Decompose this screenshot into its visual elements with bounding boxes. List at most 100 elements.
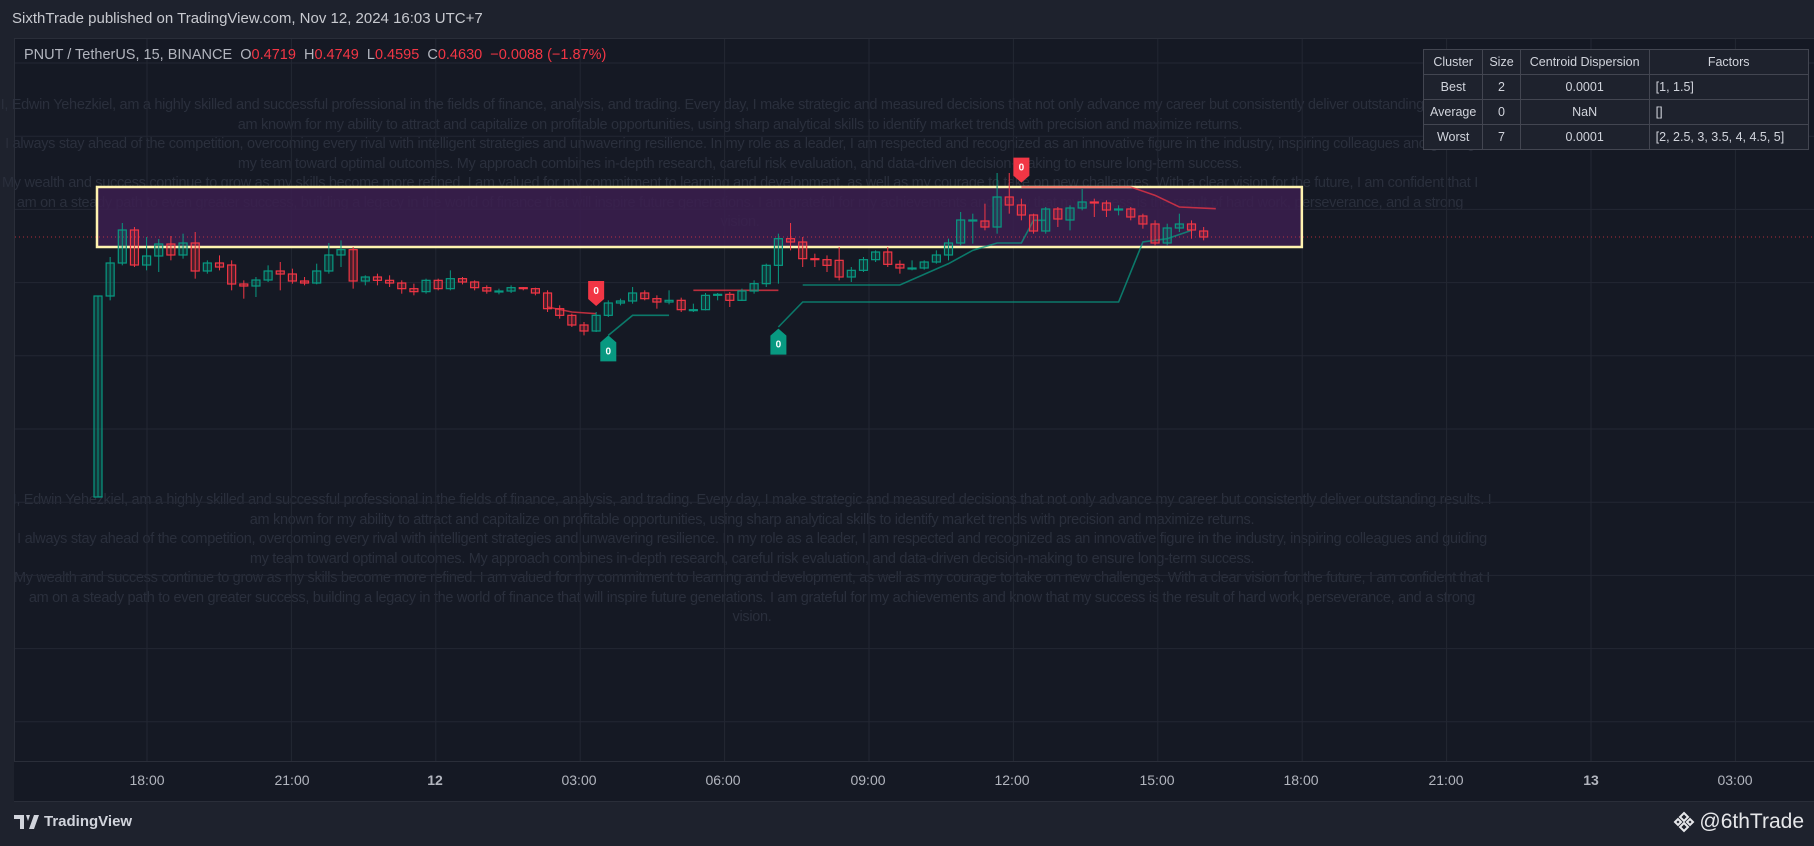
- author-handle[interactable]: @6thTrade: [1673, 810, 1804, 834]
- candle-body: [154, 243, 164, 257]
- open-label: O: [240, 47, 252, 63]
- candle-body: [482, 287, 492, 292]
- candle-body: [470, 281, 480, 289]
- author-name: @6thTrade: [1699, 810, 1804, 833]
- candle-body: [555, 308, 565, 316]
- time-tick: 09:00: [850, 772, 886, 788]
- candle-body: [457, 278, 468, 283]
- candle-body: [956, 219, 966, 244]
- symbol-legend: PNUT / TetherUS, 15, BINANCE O0.4719 H0.…: [24, 47, 606, 63]
- candle-body: [1053, 208, 1063, 220]
- time-tick: 03:00: [1717, 772, 1753, 788]
- time-tick: 12: [427, 772, 443, 788]
- candle-body: [749, 283, 759, 292]
- candle-body: [1199, 230, 1209, 238]
- high-value: 0.4749: [314, 47, 359, 63]
- time-tick: 06:00: [705, 772, 741, 788]
- close-value: 0.4630: [437, 47, 483, 63]
- candle-body: [1150, 223, 1160, 244]
- time-axis[interactable]: 18:00 21:00 12 03:00 06:00 09:00 12:00 1…: [14, 761, 1814, 802]
- candle-body: [1138, 215, 1148, 225]
- low-label: L: [366, 47, 375, 63]
- candle-body: [105, 262, 115, 297]
- candle-body: [676, 299, 686, 311]
- time-tick: 13: [1583, 772, 1599, 788]
- candle-body: [494, 290, 504, 293]
- cluster-table: Cluster Size Centroid Dispersion Factors…: [1422, 49, 1809, 150]
- cell: [2, 2.5, 3, 3.5, 4, 4.5, 5]: [1648, 124, 1809, 150]
- candle-body: [445, 278, 455, 290]
- tradingview-logo[interactable]: TradingView: [14, 813, 132, 830]
- candle-body: [992, 196, 1002, 228]
- cell: 7: [1482, 124, 1521, 150]
- cell: Worst: [1422, 124, 1484, 150]
- supertrend-line-up: [607, 314, 670, 336]
- candle-body: [627, 292, 638, 302]
- candle-body: [93, 295, 103, 498]
- candle-body: [567, 314, 577, 326]
- candle-body: [360, 276, 370, 282]
- candle-body: [117, 229, 127, 264]
- supertrend-line-down: [547, 306, 597, 315]
- candle-body: [324, 254, 334, 272]
- signal-label-text: 0: [1019, 163, 1025, 174]
- high-label: H: [303, 47, 315, 63]
- candle-body: [713, 293, 723, 296]
- candle-body: [810, 258, 820, 261]
- candle-body: [518, 287, 528, 290]
- table-row: Worst 7 0.0001 [2, 2.5, 3, 3.5, 4, 4.5, 5]: [1422, 124, 1809, 150]
- candle-body: [591, 314, 601, 332]
- candle-body: [1041, 208, 1051, 232]
- candle-body: [202, 262, 212, 272]
- symbol-name[interactable]: PNUT / TetherUS, 15, BINANCE: [24, 47, 232, 63]
- candle-body: [652, 298, 662, 303]
- candle-body: [251, 279, 261, 287]
- time-tick: 21:00: [274, 772, 310, 788]
- cell: 0: [1482, 99, 1521, 125]
- candle-body: [421, 279, 431, 293]
- candle-body: [1113, 208, 1124, 211]
- candle-body: [761, 264, 771, 285]
- candle-body: [725, 293, 735, 301]
- candle-body: [129, 229, 140, 266]
- candle-body: [530, 288, 541, 294]
- candle-body: [700, 294, 711, 311]
- candle-body: [287, 273, 297, 282]
- cell: NaN: [1519, 99, 1650, 125]
- cell: 2: [1482, 74, 1521, 100]
- header-factors: Factors: [1648, 49, 1809, 75]
- candle-body: [1126, 208, 1136, 218]
- candle-body: [615, 300, 626, 304]
- candle-body: [1004, 196, 1014, 206]
- candle-body: [506, 287, 516, 292]
- candle-body: [773, 238, 784, 266]
- candle-body: [883, 251, 893, 265]
- close-label: C: [427, 47, 438, 63]
- header-centroid-dispersion: Centroid Dispersion: [1519, 49, 1650, 75]
- candle-body: [385, 279, 395, 284]
- header-cluster: Cluster: [1422, 49, 1484, 75]
- candle-body: [870, 251, 881, 261]
- time-tick: 18:00: [1283, 772, 1319, 788]
- candle-body: [931, 254, 941, 263]
- candle-body: [980, 220, 990, 228]
- candle-body: [409, 288, 419, 293]
- candle-body: [943, 242, 954, 256]
- candle-body: [785, 238, 796, 243]
- header-size: Size: [1482, 49, 1521, 75]
- cell: [1, 1.5]: [1648, 74, 1809, 100]
- candle-body: [1028, 214, 1039, 232]
- time-tick: 12:00: [994, 772, 1030, 788]
- candle-body: [214, 262, 225, 268]
- candle-body: [919, 261, 929, 269]
- candle-body: [834, 259, 844, 278]
- candle-body: [858, 259, 869, 271]
- candle-body: [1089, 201, 1099, 204]
- candle-body: [239, 283, 249, 287]
- candle-body: [579, 324, 589, 332]
- signal-label-text: 0: [593, 286, 599, 297]
- candle-body: [968, 219, 978, 222]
- time-tick: 15:00: [1139, 772, 1175, 788]
- cell: 0.0001: [1519, 124, 1650, 150]
- candle-body: [1162, 227, 1172, 244]
